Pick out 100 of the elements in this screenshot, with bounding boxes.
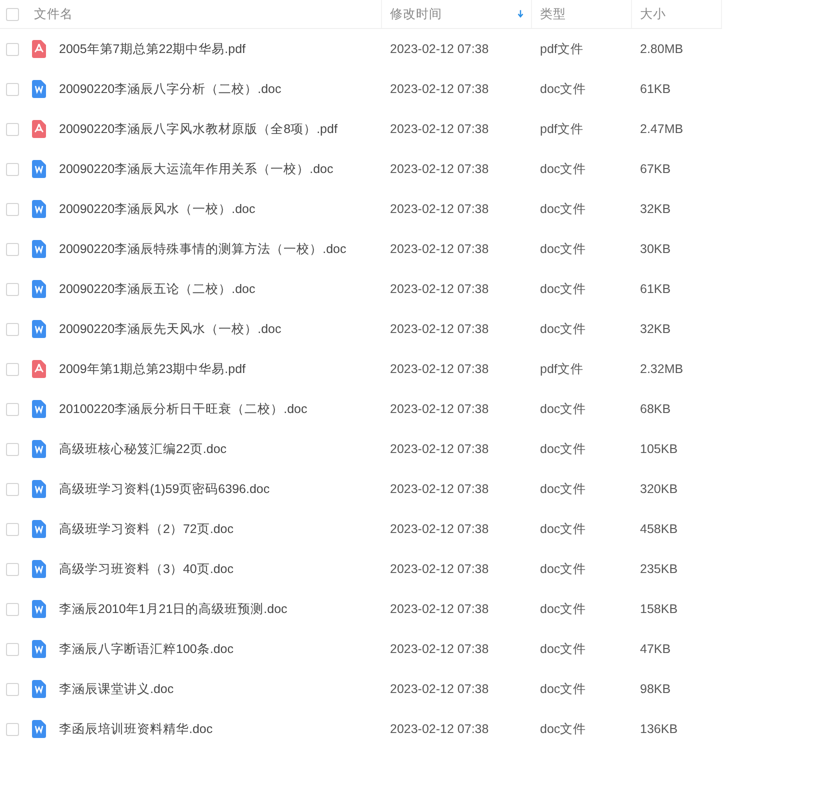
file-size: 158KB — [640, 602, 678, 616]
sort-arrow-icon — [516, 9, 525, 19]
row-checkbox[interactable] — [6, 282, 18, 296]
word-file-icon — [31, 520, 47, 538]
file-name[interactable]: 20100220李涵辰分析日干旺衰（二校）.doc — [59, 400, 308, 418]
file-type: doc文件 — [540, 480, 586, 498]
modified-time: 2023-02-12 07:38 — [390, 42, 489, 56]
file-name[interactable]: 20090220李涵辰先天风水（一校）.doc — [59, 320, 282, 338]
pdf-file-icon — [31, 40, 47, 58]
file-type: doc文件 — [540, 440, 586, 458]
file-size: 105KB — [640, 442, 678, 456]
file-size: 98KB — [640, 682, 671, 696]
file-size: 32KB — [640, 202, 671, 216]
file-type: pdf文件 — [540, 360, 584, 378]
modified-time: 2023-02-12 07:38 — [390, 402, 489, 416]
file-name[interactable]: 高级班学习资料（2）72页.doc — [59, 520, 234, 538]
row-checkbox[interactable] — [6, 722, 18, 736]
modified-time: 2023-02-12 07:38 — [390, 322, 489, 336]
file-size: 32KB — [640, 322, 671, 336]
row-checkbox[interactable] — [6, 42, 18, 56]
word-file-icon — [31, 200, 47, 218]
column-header[interactable]: 大小 — [632, 0, 722, 28]
file-name[interactable]: 李函辰培训班资料精华.doc — [59, 720, 213, 738]
pdf-file-icon — [31, 360, 47, 378]
file-name[interactable]: 20090220李涵辰特殊事情的测算方法（一校）.doc — [59, 240, 346, 258]
file-size: 67KB — [640, 162, 671, 176]
file-name[interactable]: 高级学习班资料（3）40页.doc — [59, 560, 234, 578]
file-name[interactable]: 李涵辰2010年1月21日的高级班预测.doc — [59, 600, 288, 618]
modified-time: 2023-02-12 07:38 — [390, 82, 489, 96]
word-file-icon — [31, 80, 47, 98]
row-checkbox[interactable] — [6, 322, 18, 336]
file-type: doc文件 — [540, 520, 586, 538]
row-checkbox[interactable] — [6, 642, 18, 656]
modified-time: 2023-02-12 07:38 — [390, 202, 489, 216]
row-checkbox[interactable] — [6, 682, 18, 696]
row-checkbox[interactable] — [6, 602, 18, 616]
file-size: 30KB — [640, 242, 671, 256]
file-name[interactable]: 20090220李涵辰八字分析（二校）.doc — [59, 80, 282, 98]
row-checkbox[interactable] — [6, 162, 18, 176]
word-file-icon — [31, 320, 47, 338]
modified-time: 2023-02-12 07:38 — [390, 122, 489, 136]
file-name[interactable]: 李涵辰八字断语汇粹100条.doc — [59, 640, 234, 658]
row-checkbox[interactable] — [6, 122, 18, 136]
file-type: doc文件 — [540, 640, 586, 658]
pdf-file-icon — [31, 120, 47, 138]
word-file-icon — [31, 600, 47, 618]
file-name[interactable]: 高级班学习资料(1)59页密码6396.doc — [59, 480, 270, 498]
modified-time: 2023-02-12 07:38 — [390, 682, 489, 696]
word-file-icon — [31, 480, 47, 498]
file-type: doc文件 — [540, 720, 586, 738]
word-file-icon — [31, 280, 47, 298]
word-file-icon — [31, 240, 47, 258]
modified-time: 2023-02-12 07:38 — [390, 482, 489, 496]
modified-time: 2023-02-12 07:38 — [390, 602, 489, 616]
word-file-icon — [31, 720, 47, 738]
column-header[interactable]: 类型 — [532, 0, 632, 28]
file-type: doc文件 — [540, 400, 586, 418]
file-name[interactable]: 李涵辰课堂讲义.doc — [59, 680, 174, 698]
word-file-icon — [31, 400, 47, 418]
modified-time: 2023-02-12 07:38 — [390, 242, 489, 256]
file-name[interactable]: 20090220李涵辰八字风水教材原版（全8项）.pdf — [59, 120, 338, 138]
file-name[interactable]: 2009年第1期总第23期中华易.pdf — [59, 360, 246, 378]
file-size: 235KB — [640, 562, 678, 576]
word-file-icon — [31, 560, 47, 578]
column-header[interactable]: 修改时间 — [382, 0, 532, 28]
modified-time: 2023-02-12 07:38 — [390, 562, 489, 576]
file-size: 47KB — [640, 642, 671, 656]
file-type: doc文件 — [540, 160, 586, 178]
modified-time: 2023-02-12 07:38 — [390, 642, 489, 656]
row-checkbox[interactable] — [6, 82, 18, 96]
file-name[interactable]: 高级班核心秘笈汇编22页.doc — [59, 440, 227, 458]
file-type: doc文件 — [540, 200, 586, 218]
modified-time: 2023-02-12 07:38 — [390, 362, 489, 376]
modified-time: 2023-02-12 07:38 — [390, 722, 489, 736]
file-name[interactable]: 20090220李涵辰五论（二校）.doc — [59, 280, 256, 298]
row-checkbox[interactable] — [6, 522, 18, 536]
file-size: 2.32MB — [640, 362, 684, 376]
word-file-icon — [31, 160, 47, 178]
row-checkbox[interactable] — [6, 442, 18, 456]
file-type: doc文件 — [540, 560, 586, 578]
file-name[interactable]: 20090220李涵辰大运流年作用关系（一校）.doc — [59, 160, 334, 178]
row-checkbox[interactable] — [6, 202, 18, 216]
file-size: 61KB — [640, 82, 671, 96]
file-size: 68KB — [640, 402, 671, 416]
file-name[interactable]: 2005年第7期总第22期中华易.pdf — [59, 40, 246, 58]
row-checkbox[interactable] — [6, 482, 18, 496]
file-type: pdf文件 — [540, 40, 584, 58]
row-checkbox[interactable] — [6, 402, 18, 416]
select-all-checkbox[interactable] — [6, 8, 18, 20]
file-size: 136KB — [640, 722, 678, 736]
file-type: doc文件 — [540, 600, 586, 618]
file-name[interactable]: 20090220李涵辰风水（一校）.doc — [59, 200, 256, 218]
file-size: 320KB — [640, 482, 678, 496]
column-header[interactable]: 文件名 — [24, 0, 382, 28]
row-checkbox[interactable] — [6, 242, 18, 256]
modified-time: 2023-02-12 07:38 — [390, 162, 489, 176]
modified-time: 2023-02-12 07:38 — [390, 442, 489, 456]
row-checkbox[interactable] — [6, 362, 18, 376]
row-checkbox[interactable] — [6, 562, 18, 576]
file-type: doc文件 — [540, 280, 586, 298]
